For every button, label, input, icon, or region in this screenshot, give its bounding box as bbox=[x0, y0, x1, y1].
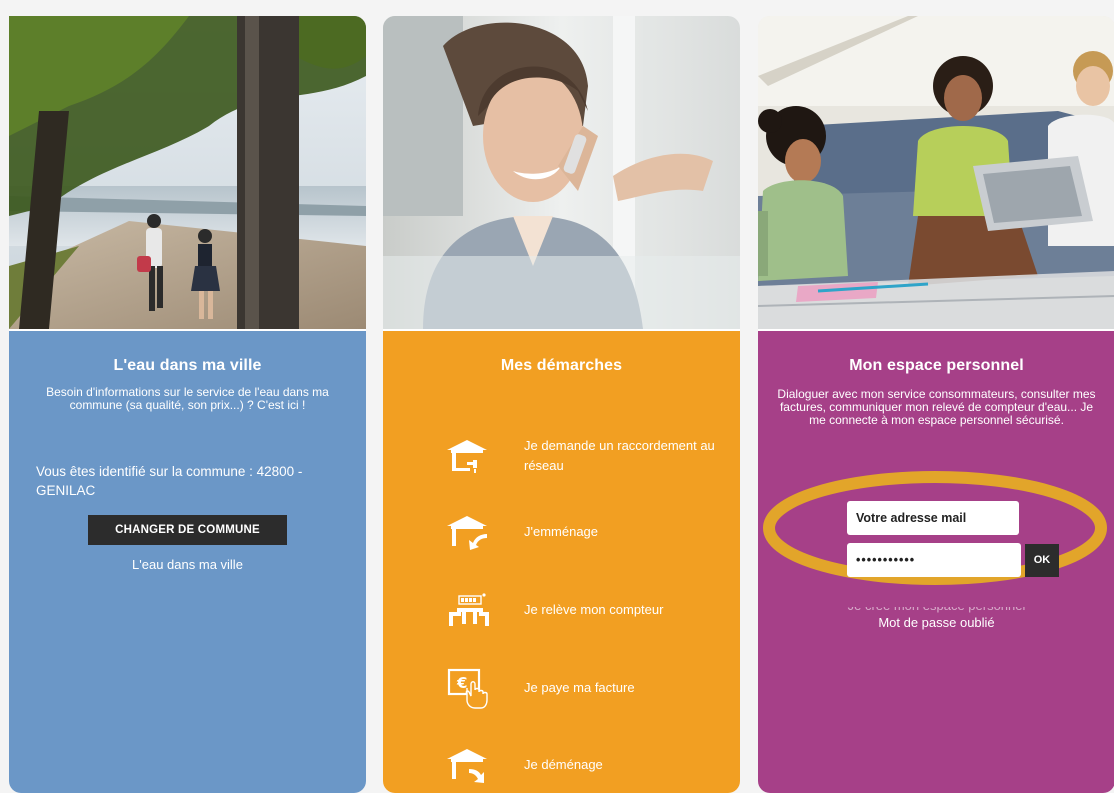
card-title: L'eau dans ma ville bbox=[113, 357, 262, 374]
family-sofa-photo bbox=[758, 16, 1114, 329]
step-emmenage[interactable]: J'emménage bbox=[383, 510, 740, 554]
identified-commune-text: Vous êtes identifié sur la commune : 428… bbox=[36, 464, 303, 498]
card-espace-personnel: Mon espace personnel Dialoguer avec mon … bbox=[758, 16, 1114, 793]
step-raccordement[interactable]: Je demande un raccordement au réseau bbox=[383, 434, 740, 478]
email-field[interactable]: Votre adresse mail bbox=[847, 501, 1019, 535]
svg-text:€: € bbox=[456, 674, 467, 692]
forgot-password-link[interactable]: Mot de passe oublié bbox=[758, 615, 1114, 630]
step-label: Je paye ma facture bbox=[524, 680, 635, 695]
create-account-link[interactable]: Je crée mon espace personnel bbox=[758, 607, 1114, 613]
water-meter-icon bbox=[449, 593, 489, 626]
eau-ville-link[interactable]: L'eau dans ma ville bbox=[9, 557, 366, 572]
step-payer-facture[interactable]: € Je paye ma facture bbox=[383, 666, 740, 710]
riverside-couple-photo bbox=[9, 16, 366, 329]
card-description: Besoin d'informations sur le service de … bbox=[46, 385, 329, 412]
house-arrow-in-icon bbox=[447, 516, 487, 550]
page: L'eau dans ma ville Besoin d'information… bbox=[0, 0, 1114, 793]
house-tap-icon bbox=[447, 440, 487, 473]
house-arrow-out-icon bbox=[447, 749, 487, 783]
card-title: Mon espace personnel bbox=[849, 357, 1024, 374]
step-releve-compteur[interactable]: Je relève mon compteur bbox=[383, 588, 740, 632]
panel-eau-ville: L'eau dans ma ville Besoin d'information… bbox=[9, 331, 366, 793]
card-demarches: Mes démarches Je demande un raccordement… bbox=[383, 16, 740, 793]
card-description: Dialoguer avec mon service consommateurs… bbox=[777, 387, 1096, 427]
ok-button[interactable]: OK bbox=[1025, 544, 1059, 577]
step-demenage[interactable]: Je déménage bbox=[383, 743, 740, 787]
change-commune-button[interactable]: CHANGER DE COMMUNE bbox=[88, 515, 287, 545]
woman-phone-photo bbox=[383, 16, 740, 329]
step-label: Je déménage bbox=[524, 757, 603, 772]
euro-invoice-icon: € bbox=[447, 668, 488, 709]
step-label: Je relève mon compteur bbox=[524, 602, 664, 617]
step-label: Je demande un raccordement au réseau bbox=[524, 438, 715, 473]
card-title: Mes démarches bbox=[500, 357, 623, 374]
step-label: J'emménage bbox=[524, 524, 599, 539]
card-eau-ville: L'eau dans ma ville Besoin d'information… bbox=[9, 16, 366, 793]
password-field[interactable]: ••••••••••• bbox=[847, 543, 1021, 577]
panel-demarches: Mes démarches Je demande un raccordement… bbox=[383, 331, 740, 793]
panel-espace-personnel: Mon espace personnel Dialoguer avec mon … bbox=[758, 331, 1114, 793]
